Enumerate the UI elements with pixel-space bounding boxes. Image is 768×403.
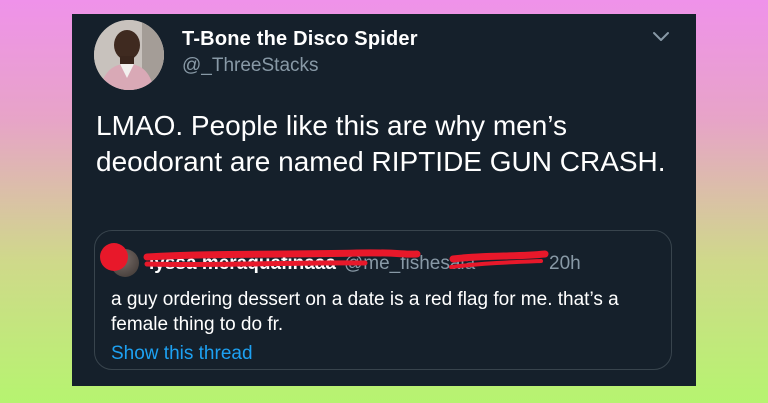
show-thread-link[interactable]: Show this thread [111, 343, 253, 365]
quoted-tweet-header[interactable]: lyssa meraquafinaaa @me_fishesaia [149, 253, 579, 277]
tweet-text: LMAO. People like this are why men’s deo… [96, 110, 666, 177]
author-avatar-image [94, 20, 164, 90]
quoted-author-name[interactable]: lyssa meraquafinaaa [149, 253, 336, 274]
author-handle[interactable]: @_ThreeStacks [182, 55, 319, 77]
quoted-author-avatar[interactable] [111, 249, 139, 277]
chevron-down-icon[interactable] [650, 26, 672, 46]
quoted-tweet[interactable]: lyssa meraquafinaaa @me_fishesaia 20h a g… [94, 230, 672, 370]
quoted-author-handle[interactable]: @me_fishesaia [344, 253, 475, 274]
tweet-card[interactable]: T-Bone the Disco Spider @_ThreeStacks LM… [72, 14, 696, 386]
author-name[interactable]: T-Bone the Disco Spider [182, 28, 418, 51]
quoted-tweet-text: a guy ordering dessert on a date is a re… [111, 289, 619, 335]
quoted-tweet-time: 20h [549, 253, 581, 274]
author-avatar[interactable] [94, 20, 164, 90]
